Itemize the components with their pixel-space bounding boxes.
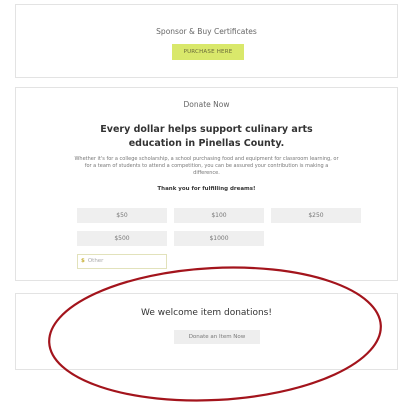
other-amount-input[interactable]: $ Other bbox=[77, 254, 167, 269]
donate-headline: Every dollar helps support culinary arts… bbox=[100, 124, 313, 149]
dollar-icon: $ bbox=[81, 258, 85, 264]
amount-button-1000[interactable]: $1000 bbox=[174, 231, 264, 246]
item-donations-title: We welcome item donations! bbox=[141, 308, 272, 318]
donate-item-button[interactable]: Donate an Item Now bbox=[174, 330, 260, 344]
amount-button-50[interactable]: $50 bbox=[77, 208, 167, 223]
sponsor-title: Sponsor & Buy Certificates bbox=[156, 27, 257, 36]
purchase-button[interactable]: PURCHASE HERE bbox=[172, 44, 244, 60]
amount-button-500[interactable]: $500 bbox=[77, 231, 167, 246]
other-amount-placeholder: Other bbox=[87, 258, 104, 264]
sponsor-card: Sponsor & Buy Certificates PURCHASE HERE bbox=[15, 4, 398, 78]
donate-title: Donate Now bbox=[183, 100, 230, 109]
donate-description: Whether it's for a college scholarship, … bbox=[74, 156, 339, 176]
amount-button-100[interactable]: $100 bbox=[174, 208, 264, 223]
amount-button-250[interactable]: $250 bbox=[271, 208, 361, 223]
donate-card: Donate Now Every dollar helps support cu… bbox=[15, 87, 398, 281]
item-donations-card: We welcome item donations! Donate an Ite… bbox=[15, 293, 398, 370]
donate-thanks: Thank you for fulfilling dreams! bbox=[157, 186, 256, 192]
